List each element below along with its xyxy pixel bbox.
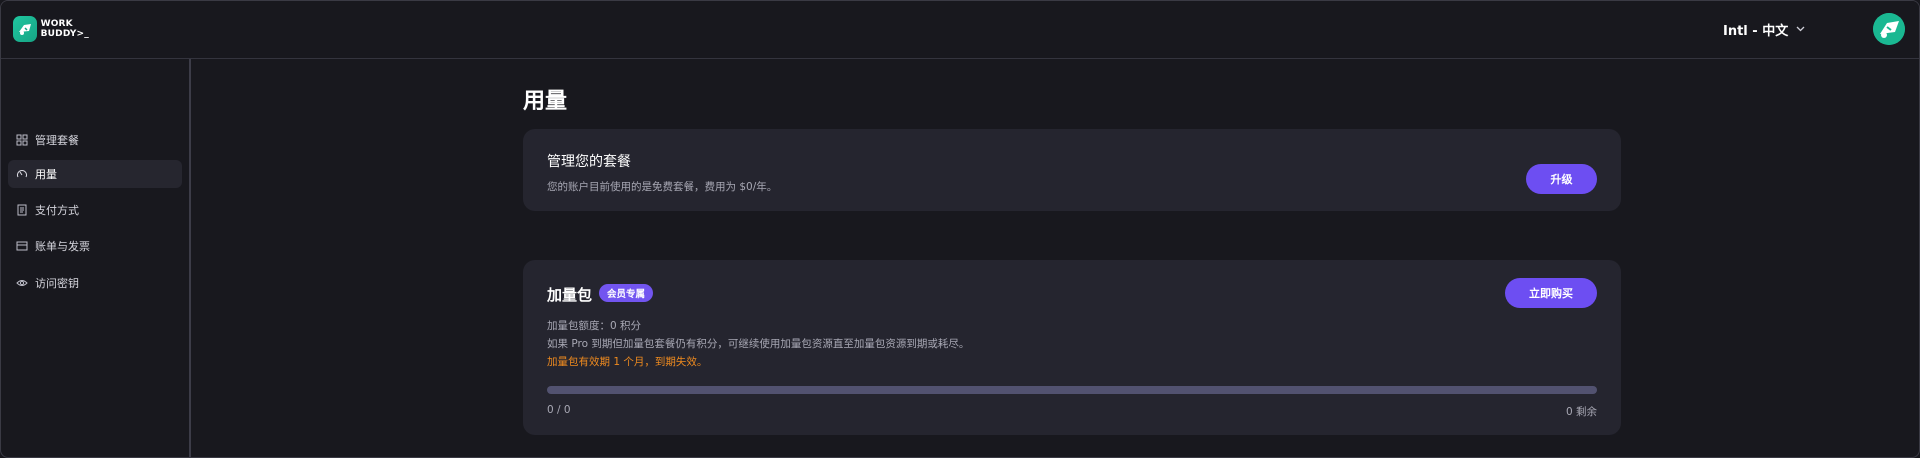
card-icon [16, 240, 28, 252]
sidebar: 管理套餐 用量 支付方式 账单与发票 访问密钥 [1, 59, 191, 457]
progress-remaining-text: 0 剩余 [1565, 406, 1597, 418]
buy-now-button[interactable]: 立即购买 [1505, 278, 1597, 308]
eye-icon [16, 277, 28, 289]
sidebar-item-label: 支付方式 [35, 204, 79, 217]
sidebar-item-billing-invoices[interactable]: 账单与发票 [8, 232, 182, 260]
plan-card-title: 管理您的套餐 [547, 154, 631, 170]
sidebar-item-label: 用量 [35, 168, 57, 181]
workbuddy-logo[interactable]: WORK BUDDY>_ [13, 15, 89, 43]
logo-wordmark: WORK BUDDY>_ [41, 19, 89, 39]
addon-quota-text: 加量包额度：0 积分 [547, 320, 642, 332]
sidebar-item-payment-method[interactable]: 支付方式 [8, 196, 182, 224]
page-title: 用量 [523, 89, 568, 114]
logo-icon [13, 16, 37, 42]
top-header: WORK BUDDY>_ Intl - 中文 [1, 1, 1919, 59]
gauge-icon [16, 168, 28, 180]
progress-used-text: 0 / 0 [547, 404, 571, 416]
sidebar-item-access-keys[interactable]: 访问密钥 [8, 269, 182, 297]
user-avatar[interactable] [1873, 13, 1905, 45]
sidebar-item-label: 访问密钥 [35, 277, 79, 290]
addon-expiry-warning: 加量包有效期 1 个月，到期失效。 [547, 356, 708, 368]
sidebar-item-manage-plan[interactable]: 管理套餐 [8, 126, 182, 154]
upgrade-button[interactable]: 升级 [1526, 164, 1597, 194]
logo-text-line2: BUDDY>_ [40, 29, 89, 39]
addon-card-title: 加量包 [547, 286, 593, 304]
plan-card: 管理您的套餐 您的账户目前使用的是免费套餐，费用为 $0/年。 升级 [523, 129, 1621, 211]
chevron-down-icon [1796, 26, 1805, 32]
sidebar-item-usage[interactable]: 用量 [8, 160, 182, 188]
members-only-badge: 会员专属 [599, 284, 654, 302]
sidebar-item-label: 账单与发票 [35, 240, 90, 253]
addon-progress-bar [547, 386, 1597, 394]
language-selector[interactable]: Intl - 中文 [1723, 19, 1805, 39]
sidebar-item-label: 管理套餐 [35, 134, 79, 147]
document-icon [16, 204, 28, 216]
addon-info-text: 如果 Pro 到期但加量包套餐仍有积分，可继续使用加量包资源直至加量包资源到期或… [547, 338, 970, 350]
plan-card-description: 您的账户目前使用的是免费套餐，费用为 $0/年。 [547, 181, 778, 193]
addon-card: 加量包 会员专属 立即购买 加量包额度：0 积分 如果 Pro 到期但加量包套餐… [523, 260, 1621, 435]
language-label: Intl - 中文 [1723, 23, 1789, 39]
app-window: WORK BUDDY>_ Intl - 中文 管理套餐 用量 支付方式 账单与发… [0, 0, 1920, 458]
grid-icon [16, 134, 28, 146]
logo-text-line1: WORK [40, 19, 73, 29]
